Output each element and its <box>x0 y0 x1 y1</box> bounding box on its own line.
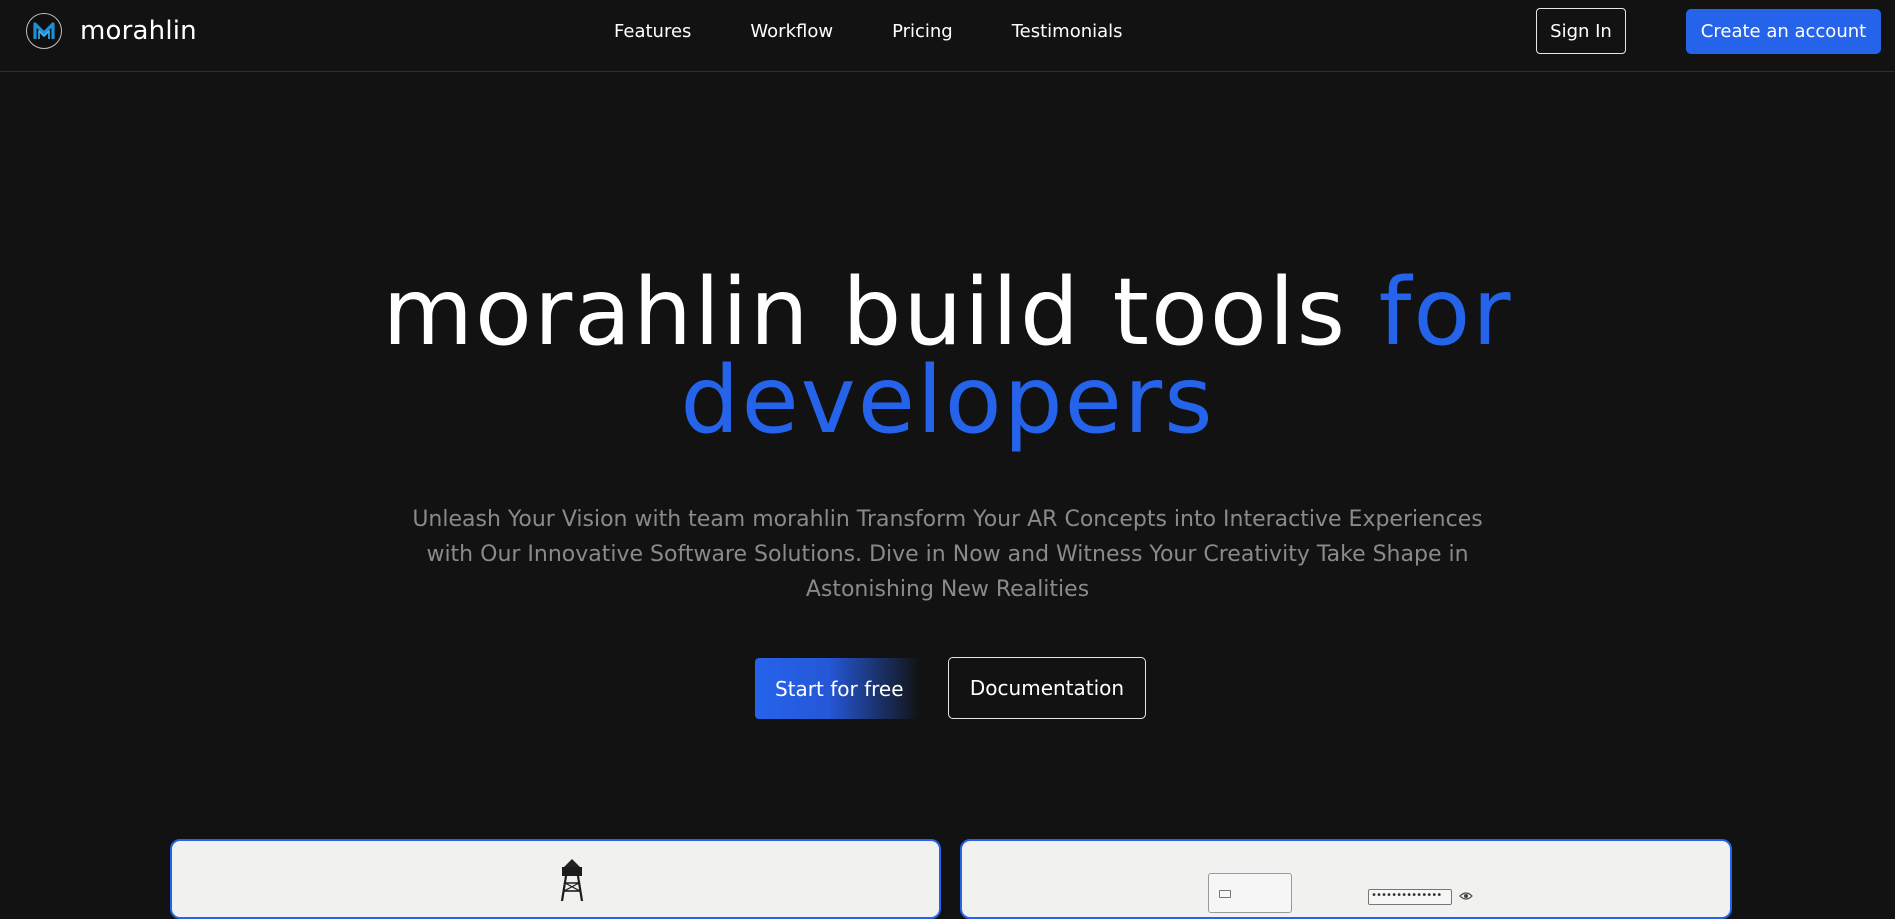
tower-icon <box>560 859 584 901</box>
start-for-free-button[interactable]: Start for free <box>755 658 920 719</box>
brand-name: morahlin <box>80 16 197 46</box>
sign-in-button[interactable]: Sign In <box>1536 8 1626 54</box>
mock-card-chip <box>1219 890 1231 898</box>
hero-subtitle: Unleash Your Vision with team morahlin T… <box>412 507 1483 602</box>
nav-link-testimonials[interactable]: Testimonials <box>1012 21 1123 42</box>
nav-link-features[interactable]: Features <box>614 21 691 42</box>
password-mask-preview: •••••••••••••• <box>1368 889 1452 905</box>
morahlin-logo-icon <box>26 13 62 49</box>
nav-link-workflow[interactable]: Workflow <box>750 21 833 42</box>
brand-link[interactable]: morahlin <box>26 13 197 49</box>
feature-card-right: •••••••••••••• <box>960 839 1732 919</box>
hero-title-accent-developers: developers <box>680 346 1215 454</box>
mock-card-illustration <box>1208 873 1292 913</box>
top-navbar: morahlin Features Workflow Pricing Testi… <box>0 0 1895 72</box>
hero-title: morahlin build tools for developers <box>0 266 1895 447</box>
main-nav: Features Workflow Pricing Testimonials <box>614 0 1123 62</box>
nav-link-pricing[interactable]: Pricing <box>892 21 953 42</box>
create-account-button[interactable]: Create an account <box>1686 9 1881 54</box>
hero-title-accent-for: for <box>1378 258 1513 366</box>
documentation-button[interactable]: Documentation <box>948 657 1146 719</box>
feature-card-left <box>170 839 941 919</box>
